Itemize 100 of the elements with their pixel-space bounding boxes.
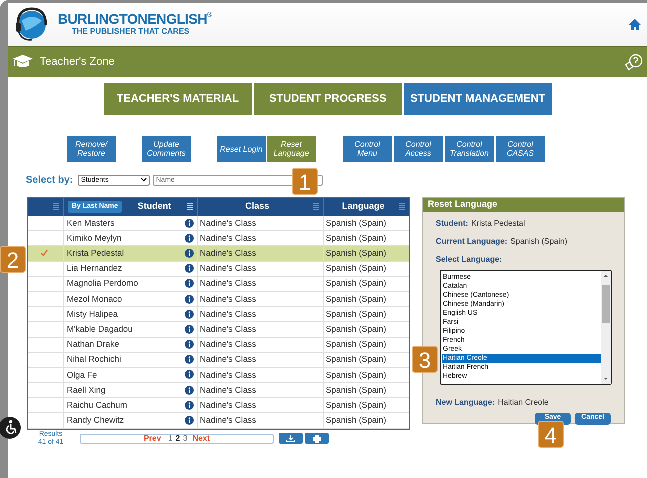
info-icon[interactable] [185, 324, 194, 334]
check-icon [41, 250, 48, 256]
column-header[interactable]: Class [202, 200, 313, 214]
action-button[interactable]: Update Comments [142, 136, 191, 162]
student-name: Kimiko Meylyn [67, 232, 123, 245]
table-row[interactable]: Lia Hernandez Nadine's Class Spanish (Spain) [28, 262, 409, 277]
field-value: Spanish (Spain) [510, 236, 568, 248]
print-button[interactable] [305, 433, 329, 444]
table-row[interactable]: Magnolia Perdomo Nadine's Class Spanish (Spain) [28, 276, 409, 292]
table-row[interactable]: Ken Masters Nadine's Class Spanish (Spain) [28, 216, 409, 232]
student-name: Misty Halipea [67, 308, 120, 321]
info-icon[interactable] [185, 310, 194, 319]
field-value: Krista Pedestal [471, 218, 526, 230]
class-name: Nadine's Class [200, 353, 256, 366]
select-by-label: Select by: [26, 174, 74, 188]
page-link[interactable]: 2 [176, 432, 180, 445]
chevron-down-icon [141, 178, 148, 182]
action-button[interactable]: Reset Login [217, 136, 266, 162]
brand-tagline: THE PUBLISHER THAT CARES [72, 27, 191, 37]
class-name: Nadine's Class [200, 398, 256, 412]
next-link[interactable]: Next [192, 432, 210, 445]
step-badge: 2 [0, 246, 26, 273]
page-link[interactable]: 3 [183, 432, 188, 445]
student-name: Lia Hernandez [67, 262, 124, 276]
graduation-cap-icon [12, 54, 34, 70]
language-name: Spanish (Spain) [326, 292, 386, 306]
info-icon[interactable] [185, 248, 194, 258]
info-icon[interactable] [185, 218, 194, 228]
info-icon[interactable] [185, 340, 194, 350]
class-name: Nadine's Class [200, 277, 256, 290]
table-row[interactable]: Randy Chewitz Nadine's Class Spanish (Spain) [28, 413, 409, 429]
nav-tab[interactable]: TEACHER'S MATERIAL [104, 83, 252, 115]
nav-tab[interactable]: STUDENT PROGRESS [254, 83, 402, 115]
info-icon[interactable] [185, 400, 194, 410]
class-name: Nadine's Class [200, 338, 256, 351]
class-name: Nadine's Class [200, 323, 256, 336]
sort-icon[interactable] [313, 203, 319, 211]
new-language-value: Haitian Creole [498, 396, 549, 408]
table-row[interactable]: Nihal Rochichi Nadine's Class Spanish (Spain) [28, 352, 409, 368]
prev-link[interactable]: Prev [144, 432, 162, 445]
select-language-label: Select Language: [435, 254, 504, 266]
action-button[interactable]: Reset Language [267, 136, 316, 162]
field-label: Current Language: [436, 236, 508, 248]
info-icon[interactable] [185, 370, 194, 380]
table-row[interactable]: M'kable Dagadou Nadine's Class Spanish (Spain) [28, 322, 409, 338]
table-row[interactable]: Raichu Cachum Nadine's Class Spanish (Spain) [28, 398, 409, 414]
info-icon[interactable] [185, 294, 194, 304]
class-name: Nadine's Class [200, 308, 256, 321]
class-name: Nadine's Class [200, 232, 256, 245]
column-header[interactable]: Language [328, 200, 399, 214]
student-name: Nathan Drake [67, 338, 120, 351]
action-button[interactable]: Control Translation [445, 136, 494, 162]
language-name: Spanish (Spain) [326, 277, 386, 290]
language-name: Spanish (Spain) [326, 414, 386, 427]
export-button[interactable] [279, 433, 303, 444]
info-icon[interactable] [185, 416, 194, 426]
language-name: Spanish (Spain) [326, 338, 386, 351]
table-row[interactable]: Nathan Drake Nadine's Class Spanish (Spain) [28, 338, 409, 353]
column-header[interactable]: Student [122, 200, 187, 214]
class-name: Nadine's Class [200, 292, 256, 306]
language-name: Spanish (Spain) [326, 216, 386, 230]
info-icon[interactable] [185, 234, 194, 243]
table-row[interactable]: Mezol Monaco Nadine's Class Spanish (Spain) [28, 292, 409, 308]
table-row[interactable]: Raell Xing Nadine's Class Spanish (Spain) [28, 383, 409, 398]
table-row[interactable]: Olga Fe Nadine's Class Spanish (Spain) [28, 368, 409, 384]
class-name: Nadine's Class [200, 262, 256, 276]
sort-icon[interactable] [399, 203, 405, 211]
language-name: Spanish (Spain) [326, 398, 386, 412]
sort-icon[interactable] [187, 203, 193, 211]
info-icon[interactable] [185, 264, 194, 274]
help-icon[interactable] [625, 53, 643, 71]
info-icon[interactable] [185, 386, 194, 395]
language-name: Spanish (Spain) [326, 323, 386, 336]
action-button[interactable]: Control Access [394, 136, 443, 162]
scrollbar[interactable] [601, 270, 611, 384]
info-icon[interactable] [185, 279, 194, 288]
action-button[interactable]: Control Menu [343, 136, 392, 162]
language-name: Spanish (Spain) [326, 262, 386, 276]
table-row[interactable]: Kimiko Meylyn Nadine's Class Spanish (Spain) [28, 231, 409, 246]
nav-tab[interactable]: STUDENT MANAGEMENT [404, 83, 552, 115]
language-name: Spanish (Spain) [326, 353, 386, 366]
class-name: Nadine's Class [200, 368, 256, 382]
class-name: Nadine's Class [200, 216, 256, 230]
language-name: Spanish (Spain) [326, 232, 386, 245]
page-link[interactable]: 1 [168, 432, 173, 445]
student-name: Magnolia Perdomo [67, 277, 140, 290]
student-name: Ken Masters [67, 216, 116, 230]
action-button[interactable]: Remove/ Restore [67, 136, 116, 162]
table-row[interactable]: Misty Halipea Nadine's Class Spanish (Spain) [28, 307, 409, 322]
home-icon[interactable] [629, 19, 641, 30]
class-name: Nadine's Class [200, 247, 256, 260]
zone-title: Teacher's Zone [40, 54, 115, 70]
sort-icon[interactable] [53, 203, 59, 211]
action-button[interactable]: Control CASAS [496, 136, 545, 162]
student-name: M'kable Dagadou [67, 323, 134, 336]
student-name: Nihal Rochichi [67, 353, 122, 366]
table-row[interactable]: Krista Pedestal Nadine's Class Spanish (Spain) [28, 246, 409, 262]
step-badge: 1 [292, 168, 318, 195]
info-icon[interactable] [185, 355, 194, 364]
accessibility-icon[interactable] [0, 416, 22, 440]
